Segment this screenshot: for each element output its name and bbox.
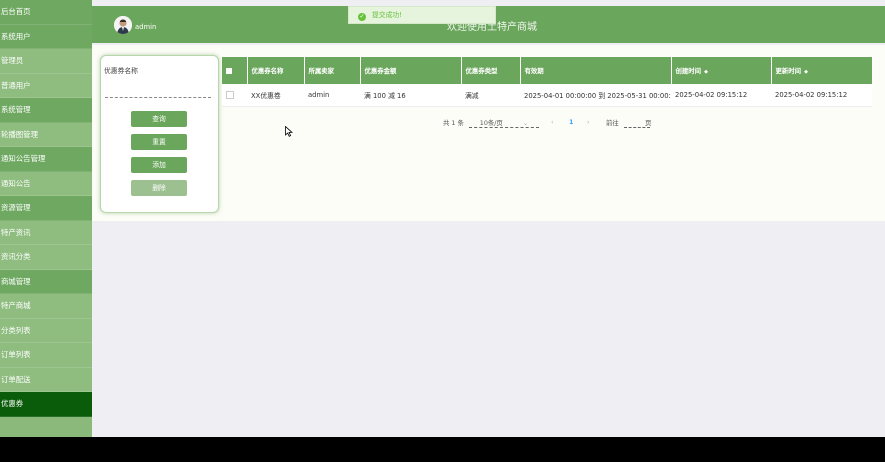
avatar[interactable] — [114, 16, 132, 34]
sidebar-item[interactable]: 分类列表 — [0, 318, 92, 343]
table-header-row: 优惠券名称 所属卖家 优惠券金额 优惠券类型 有效期 创建时间 ◆ 更新时间 ◆ — [222, 57, 873, 84]
sidebar-item[interactable]: 系统用户 — [0, 24, 92, 49]
toast-message: 提交成功! — [372, 11, 402, 19]
sort-icon[interactable]: ◆ — [704, 69, 708, 75]
next-page-button[interactable]: › — [587, 118, 590, 126]
column-header: 优惠券名称 — [247, 57, 305, 84]
column-header-sortable[interactable]: 创建时间 ◆ — [671, 57, 772, 84]
column-header: 有效期 — [520, 57, 672, 84]
cell-amount: 满 100 减 16 — [360, 84, 461, 107]
cell-seller: admin — [304, 84, 360, 107]
page-number-current[interactable]: 1 — [569, 118, 573, 126]
cell-type: 满减 — [461, 84, 520, 107]
sidebar-item[interactable]: 普通用户 — [0, 73, 92, 98]
delete-button[interactable]: 删除 — [131, 180, 187, 196]
sidebar-item[interactable]: 订单配送 — [0, 367, 92, 392]
pagination-total: 共 1 条 — [443, 119, 464, 127]
sidebar-item[interactable]: 通知公告管理 — [0, 147, 92, 172]
pagination: 共 1 条 10条/页 ⌄ ‹ 1 › 前往 页 — [92, 118, 885, 128]
sidebar-item[interactable]: 优惠券 — [0, 392, 92, 417]
column-header: 优惠券类型 — [461, 57, 521, 84]
sidebar-item[interactable]: 订单列表 — [0, 343, 92, 368]
sidebar: 后台首页 系统用户 管理员 普通用户 系统管理 轮播图管理 通知公告管理 通知公告 资源管理 特产… — [0, 0, 92, 437]
select-all-checkbox[interactable] — [222, 57, 248, 84]
sidebar-item[interactable]: 商城管理 — [0, 269, 92, 294]
coupon-name-label: 优惠券名称 — [104, 67, 138, 75]
sidebar-item[interactable]: 轮播图管理 — [0, 122, 92, 147]
main-area: admin 欢迎使用土特产商城 ✓ 提交成功! 优惠券名称 查询 重置 添加 删除… — [92, 0, 885, 437]
row-checkbox[interactable] — [222, 84, 247, 107]
sidebar-item[interactable]: 特产商城 — [0, 294, 92, 319]
cell-name: XX优惠卷 — [247, 84, 304, 107]
content-panel: 优惠券名称 查询 重置 添加 删除 优惠券名称 所属卖家 优惠券金额 优惠券类型… — [92, 45, 885, 221]
sidebar-item[interactable]: 特产资讯 — [0, 220, 92, 245]
search-form: 优惠券名称 查询 重置 添加 删除 — [100, 55, 219, 213]
chevron-down-icon: ⌄ — [522, 119, 529, 127]
column-header: 所属卖家 — [304, 57, 361, 84]
coupon-name-input[interactable] — [105, 89, 211, 98]
sidebar-item[interactable]: 资源管理 — [0, 196, 92, 221]
column-header: 优惠券金额 — [360, 57, 462, 84]
cell-validity: 2025-04-01 00:00:00 到 2025-05-31 00:00:0… — [520, 84, 671, 107]
check-circle-icon: ✓ — [358, 13, 366, 21]
cell-updated: 2025-04-02 09:15:12 — [771, 84, 872, 107]
goto-label: 前往 — [606, 119, 619, 127]
reset-button[interactable]: 重置 — [131, 134, 187, 150]
avatar-image — [114, 16, 132, 34]
mouse-cursor-icon — [285, 126, 293, 137]
prev-page-button[interactable]: ‹ — [551, 118, 554, 126]
sidebar-item[interactable]: 资讯分类 — [0, 245, 92, 270]
column-header-sortable[interactable]: 更新时间 ◆ — [771, 57, 873, 84]
success-toast: ✓ 提交成功! — [348, 6, 496, 24]
sidebar-item[interactable]: 管理员 — [0, 49, 92, 74]
add-button[interactable]: 添加 — [131, 157, 187, 173]
page-size-select[interactable]: 10条/页 ⌄ — [469, 118, 539, 128]
username[interactable]: admin — [135, 23, 156, 31]
sidebar-item[interactable]: 通知公告 — [0, 171, 92, 196]
sort-icon[interactable]: ◆ — [804, 69, 808, 75]
cell-created: 2025-04-02 09:15:12 — [671, 84, 771, 107]
coupon-table: 优惠券名称 所属卖家 优惠券金额 优惠券类型 有效期 创建时间 ◆ 更新时间 ◆ X… — [222, 57, 873, 107]
table-row[interactable]: XX优惠卷 admin 满 100 减 16 满减 2025-04-01 00:… — [222, 84, 872, 107]
sidebar-item[interactable]: 后台首页 — [0, 0, 92, 25]
sidebar-item[interactable]: 系统管理 — [0, 98, 92, 123]
goto-suffix: 页 — [645, 119, 652, 127]
